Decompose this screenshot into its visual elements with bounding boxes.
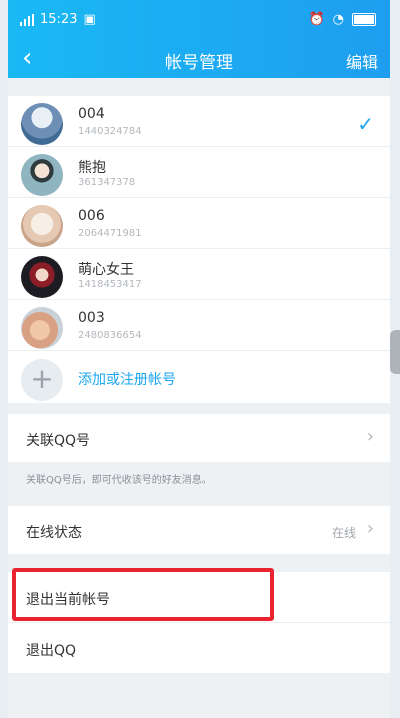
account-number: 1440324784 [78, 126, 142, 137]
add-account-button[interactable]: + 添加或注册帐号 [8, 351, 390, 403]
account-name: 萌心女王 [78, 262, 134, 278]
avatar [21, 256, 63, 298]
status-time: 15:23 [40, 12, 78, 27]
bottom-gap [8, 706, 390, 718]
plus-icon: + [21, 359, 63, 401]
account-name: 004 [78, 106, 105, 122]
account-item[interactable]: 003 2480836654 [8, 300, 390, 351]
online-status-row[interactable]: 在线状态 在线 › [8, 506, 390, 554]
account-name: 006 [78, 208, 105, 224]
battery-icon [352, 13, 376, 26]
linked-qq-hint: 关联QQ号后，即可代收该号的好友消息。 [8, 462, 390, 494]
logout-qq-row[interactable]: 退出QQ [8, 623, 390, 673]
chevron-right-icon: › [366, 426, 374, 447]
avatar [21, 205, 63, 247]
check-icon: ✓ [357, 112, 374, 136]
nav-bar: ‹ 帐号管理 编辑 [8, 40, 390, 78]
scroll-handle[interactable] [390, 330, 400, 374]
online-status-label: 在线状态 [26, 525, 82, 541]
account-name: 熊抱 [78, 160, 106, 176]
account-number: 1418453417 [78, 279, 142, 290]
hint-text: 关联QQ号后，即可代收该号的好友消息。 [26, 475, 212, 486]
account-number: 2064471981 [78, 228, 142, 239]
account-item[interactable]: 004 1440324784 ✓ [8, 96, 390, 147]
account-item[interactable]: 006 2064471981 [8, 198, 390, 249]
avatar [21, 307, 63, 349]
avatar [21, 103, 63, 145]
avatar [21, 154, 63, 196]
section-gap [8, 78, 390, 96]
account-number: 2480836654 [78, 330, 142, 341]
wifi-icon: ◔ [332, 12, 344, 27]
phone-screen: 15:23 ▣ ⏰ ◔ ‹ 帐号管理 编辑 004 1440324784 ✓ 熊… [8, 0, 390, 718]
page-title: 帐号管理 [165, 53, 233, 73]
alarm-icon: ⏰ [308, 12, 325, 27]
logout-qq-label: 退出QQ [26, 643, 77, 659]
chevron-right-icon: › [366, 518, 374, 539]
account-number: 361347378 [78, 177, 136, 188]
account-list: 004 1440324784 ✓ 熊抱 361347378 006 206447… [8, 96, 390, 403]
video-icon: ▣ [83, 12, 96, 27]
account-name: 003 [78, 310, 105, 326]
add-account-label: 添加或注册帐号 [78, 372, 176, 388]
highlight-box [12, 568, 274, 621]
signal-icon [20, 13, 34, 26]
edit-button[interactable]: 编辑 [346, 49, 378, 73]
linked-qq-label: 关联QQ号 [26, 433, 91, 449]
linked-qq-row[interactable]: 关联QQ号 › [8, 414, 390, 462]
online-status-value: 在线 [331, 526, 356, 540]
status-bar: 15:23 ▣ ⏰ ◔ [8, 0, 390, 40]
account-item[interactable]: 熊抱 361347378 [8, 147, 390, 198]
account-item[interactable]: 萌心女王 1418453417 [8, 249, 390, 300]
